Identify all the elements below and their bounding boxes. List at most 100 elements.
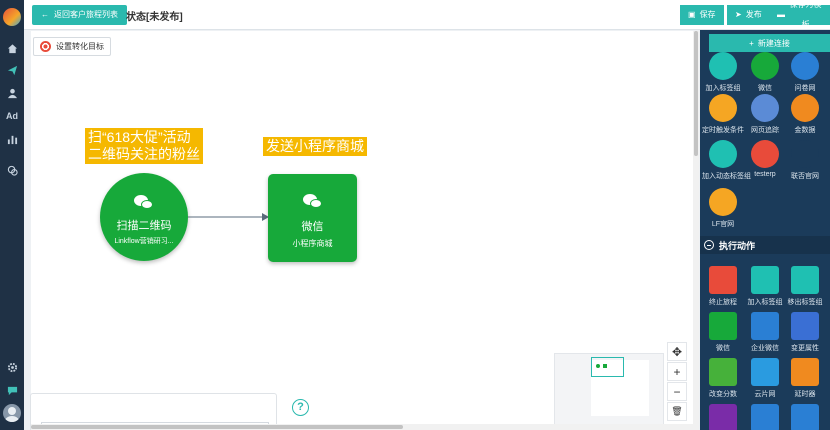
component-tile[interactable]: 微信 xyxy=(744,52,786,93)
tile-label: 加入动态标签组 xyxy=(702,173,751,180)
ad-icon[interactable]: Ad xyxy=(0,106,24,126)
home-icon[interactable] xyxy=(0,38,24,58)
user-plus-icon xyxy=(751,266,779,294)
edit-icon xyxy=(791,312,819,340)
component-tile[interactable]: 微信 xyxy=(702,312,744,353)
publish-label: 发布 xyxy=(745,10,762,19)
journey-canvas[interactable]: 设置转化目标 扫“618大促”活动 二维码关注的粉丝 发送小程序商城 扫描二维码… xyxy=(30,31,695,430)
tile-label: 移出标签组 xyxy=(787,299,823,306)
wechat-icon xyxy=(302,194,323,209)
save-icon: ▣ xyxy=(688,10,696,19)
component-tile[interactable] xyxy=(784,404,826,430)
actions-section-header[interactable]: 执行动作 xyxy=(700,236,830,254)
minimap[interactable] xyxy=(554,353,664,430)
tile-label: 终止旅程 xyxy=(709,299,737,306)
connector-arrow[interactable] xyxy=(188,212,270,222)
back-to-journey-list-button[interactable]: ← 返回客户旅程列表 xyxy=(32,5,127,25)
horizontal-scrollbar[interactable] xyxy=(31,424,693,430)
chat-icon[interactable] xyxy=(0,160,24,180)
node-subtitle: 小程序商城 xyxy=(292,239,333,248)
component-tile[interactable]: 问卷网 xyxy=(784,52,826,93)
section-label: 执行动作 xyxy=(719,240,756,251)
save-label: 保存 xyxy=(699,10,716,19)
tile-label: 变更属性 xyxy=(791,345,819,352)
component-tile[interactable]: 金数据 xyxy=(784,94,826,135)
action-node-wechat[interactable]: 微信 小程序商城 xyxy=(268,174,357,262)
template-icon: ▬ xyxy=(777,10,785,19)
send-icon: ➤ xyxy=(735,10,742,19)
component-tile[interactable]: 终止旅程 xyxy=(702,266,744,307)
component-tile[interactable] xyxy=(702,404,744,430)
node-subtitle: Linkflow营销研习... xyxy=(114,238,174,245)
fit-view-icon[interactable]: ✥ xyxy=(667,342,687,361)
mountain-icon xyxy=(791,404,819,430)
component-tile[interactable]: 云片网 xyxy=(744,358,786,399)
tile-label: testerp xyxy=(754,171,776,178)
wrench-icon xyxy=(709,188,737,216)
back-button-label: 返回客户旅程列表 xyxy=(54,10,118,19)
trash-icon[interactable]: 🗑 xyxy=(667,402,687,421)
tile-label: 问卷网 xyxy=(794,85,816,92)
component-tile[interactable]: 网页追踪 xyxy=(744,94,786,135)
webhook-icon xyxy=(751,404,779,430)
tile-label: 定时触发条件 xyxy=(702,127,744,134)
stop-icon xyxy=(709,266,737,294)
user-icon[interactable] xyxy=(0,83,24,103)
component-panel: + 新建连接 加入标签组 微信 问卷网 定时触发条件 网页追踪 金数据 加入动态标签组 tes… xyxy=(700,30,830,430)
component-tile[interactable]: 加入动态标签组 xyxy=(702,140,751,181)
note-line: 扫“618大促”活动 xyxy=(88,129,191,145)
component-tile[interactable] xyxy=(744,404,786,430)
top-bar: ← 返回客户旅程列表 状态[未发布] ▣ 保存 ➤ 发布 ▬ 保存为模板 xyxy=(24,0,830,30)
dynamic-tag-icon xyxy=(709,140,737,168)
node-title: 扫描二维码 xyxy=(116,220,172,232)
settings-gear-icon[interactable] xyxy=(0,357,24,377)
hourglass-icon xyxy=(791,358,819,386)
trigger-node-scan-qrcode[interactable]: 扫描二维码 Linkflow营销研习... xyxy=(100,173,188,261)
bar-chart-icon[interactable] xyxy=(0,129,24,149)
wechat-icon xyxy=(134,195,154,210)
component-tile[interactable]: 联否官网 xyxy=(784,140,826,181)
component-tile[interactable]: LF官网 xyxy=(702,188,744,229)
publish-button[interactable]: ➤ 发布 xyxy=(727,5,770,25)
zoom-out-button[interactable]: − xyxy=(667,382,687,401)
avatar[interactable] xyxy=(3,404,21,422)
component-tile[interactable]: 改变分数 xyxy=(702,358,744,399)
cloud-icon xyxy=(751,358,779,386)
component-tile[interactable]: 加入标签组 xyxy=(744,266,786,307)
component-tile[interactable]: 变更属性 xyxy=(784,312,826,353)
work-wechat-icon xyxy=(751,312,779,340)
arrow-left-icon: ← xyxy=(41,10,49,19)
help-icon[interactable]: ? xyxy=(292,399,309,416)
collapse-icon[interactable] xyxy=(704,240,714,250)
page-title: 状态[未发布] xyxy=(126,12,183,23)
message-icon[interactable] xyxy=(0,380,24,400)
component-tile[interactable]: 移出标签组 xyxy=(784,266,826,307)
left-nav: Ad xyxy=(0,0,24,430)
component-tile[interactable]: 企业微信 xyxy=(744,312,786,353)
send-icon[interactable] xyxy=(0,60,24,80)
tile-label: 改变分数 xyxy=(709,391,737,398)
save-button[interactable]: ▣ 保存 xyxy=(680,5,724,25)
set-conversion-goal-button[interactable]: 设置转化目标 xyxy=(33,37,111,56)
clock-icon xyxy=(709,94,737,122)
app-logo[interactable] xyxy=(3,8,21,26)
component-tile[interactable]: testerp xyxy=(744,140,786,178)
new-connection-button[interactable]: + 新建连接 xyxy=(709,34,830,52)
component-tile[interactable]: 加入标签组 xyxy=(702,52,744,93)
component-tile[interactable]: 定时触发条件 xyxy=(702,94,744,135)
tile-label: 网页追踪 xyxy=(751,127,779,134)
save-as-template-button[interactable]: ▬ 保存为模板 xyxy=(769,0,830,29)
user-minus-icon xyxy=(791,266,819,294)
note-label-1: 扫“618大促”活动 二维码关注的粉丝 xyxy=(85,128,203,164)
new-connection-label: 新建连接 xyxy=(757,38,790,48)
minimap-viewport[interactable] xyxy=(591,357,624,377)
tile-label: 加入标签组 xyxy=(705,85,741,92)
jinshuju-icon xyxy=(791,94,819,122)
component-tile[interactable]: 延时器 xyxy=(784,358,826,399)
tile-label: 微信 xyxy=(716,345,730,352)
zoom-in-button[interactable]: + xyxy=(667,362,687,381)
linkflow-logo-icon xyxy=(791,140,819,168)
vertical-scrollbar[interactable] xyxy=(693,31,699,430)
wrench-icon xyxy=(751,140,779,168)
wechat-icon xyxy=(709,312,737,340)
